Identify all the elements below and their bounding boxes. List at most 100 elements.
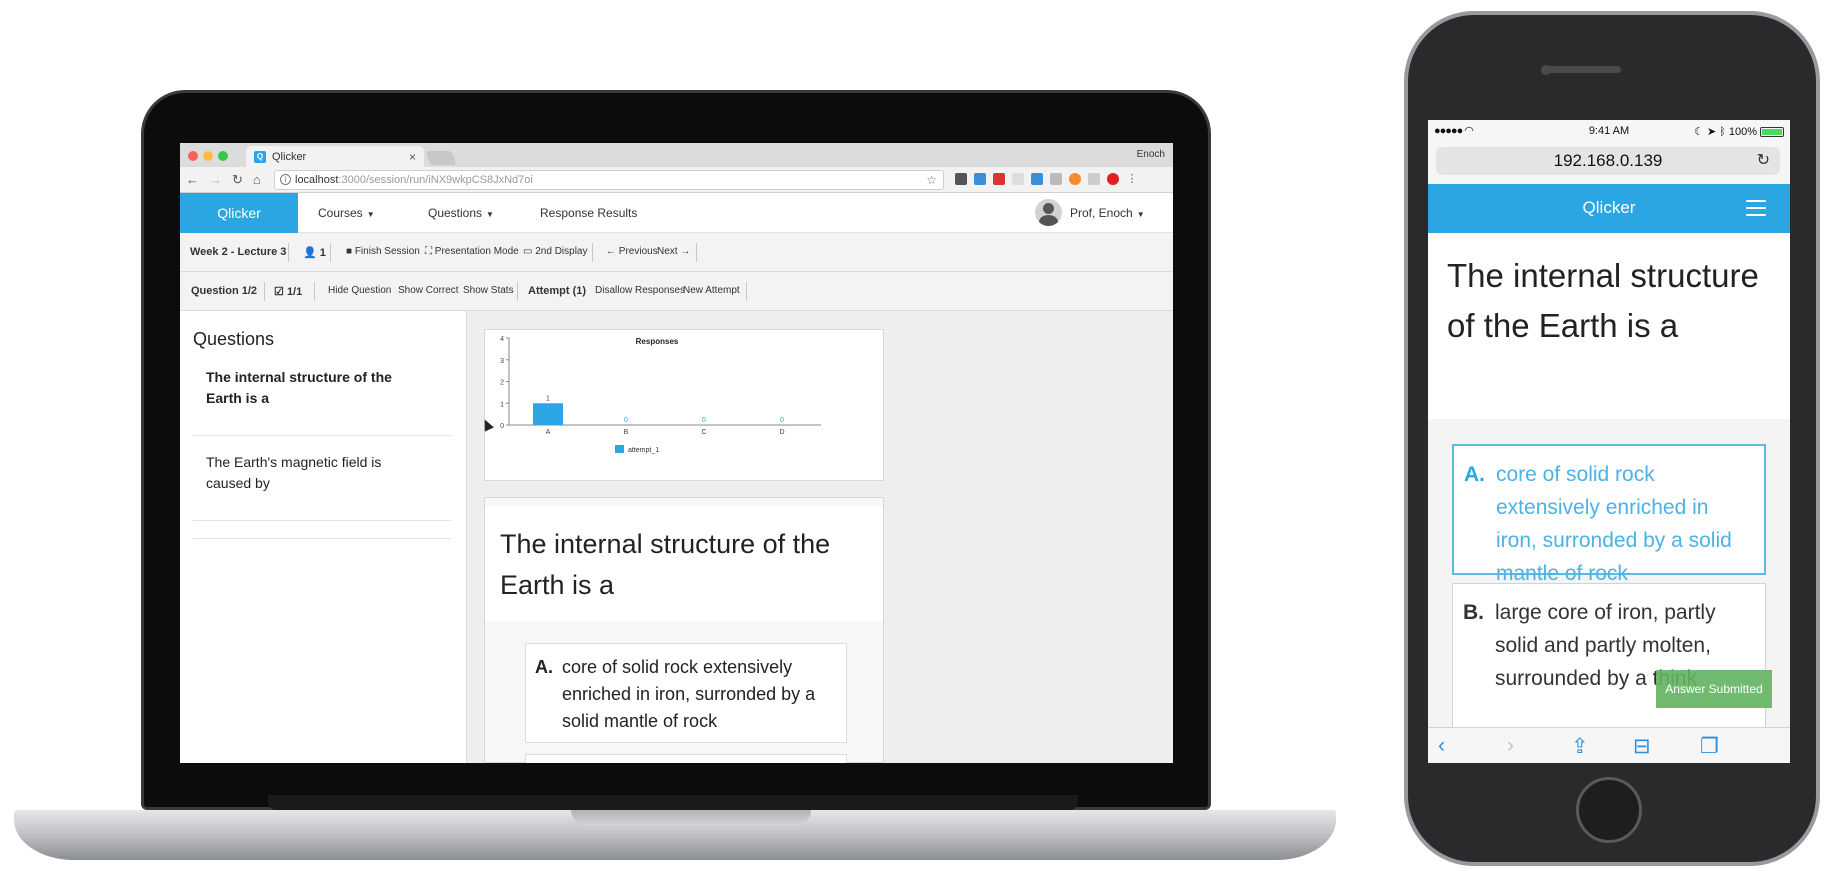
close-window-button[interactable]	[188, 151, 198, 161]
divider	[517, 282, 518, 301]
next-button[interactable]: Next →	[657, 246, 690, 257]
share-extension-icon[interactable]	[1012, 173, 1024, 185]
divider	[314, 282, 315, 301]
docs-extension-icon[interactable]	[1031, 173, 1043, 185]
divider	[696, 243, 697, 262]
nav-response-results[interactable]: Response Results	[540, 206, 637, 220]
share-icon[interactable]: ⇪	[1571, 734, 1589, 759]
show-correct-button[interactable]: Show Correct	[398, 285, 459, 296]
reload-icon[interactable]: ↻	[232, 172, 243, 188]
finish-session-button[interactable]: ■ Finish Session	[346, 246, 420, 257]
forward-icon[interactable]: →	[209, 172, 222, 188]
url-input[interactable]: i localhost:3000/session/run/iNX9wkpCS8J…	[274, 170, 944, 190]
disallow-responses-button[interactable]: Disallow Responses	[595, 285, 685, 296]
battery-percent: 100%	[1728, 125, 1757, 138]
phone-answer-option[interactable]: B. large core of iron, partly solid and …	[1452, 583, 1766, 733]
participant-count-value: 1	[319, 247, 326, 259]
y-tick-label: 0	[500, 423, 504, 430]
back-icon[interactable]: ‹	[1438, 734, 1445, 758]
forward-icon[interactable]: ›	[1507, 734, 1514, 758]
sidebar-question-item[interactable]: The internal structure of the Earth is a	[206, 367, 421, 409]
x-tick-label: D	[779, 429, 784, 436]
brand-logo[interactable]: Qlicker	[180, 193, 298, 233]
session-toolbar: Week 2 - Lecture 3 👤 1 ■ Finish Session …	[180, 233, 1173, 272]
divider	[330, 243, 331, 262]
question-counter: Question 1/2	[191, 285, 258, 297]
finish-session-label: Finish Session	[354, 246, 420, 257]
info-icon[interactable]: i	[280, 174, 291, 185]
chart-title: Responses	[636, 337, 679, 346]
phone-url-text: 192.168.0.139	[1553, 151, 1663, 170]
phone-status-bar: ●●●●● ◠ 9:41 AM ☾ ➤ ᛒ 100%	[1428, 120, 1790, 142]
battery-icon	[1760, 126, 1784, 137]
sidebar-question-item[interactable]: The Earth's magnetic field is caused by	[206, 452, 421, 494]
nav-questions-label: Questions	[428, 206, 483, 220]
new-attempt-button[interactable]: New Attempt	[683, 285, 740, 296]
bluetooth-icon: ᛒ	[1719, 125, 1726, 138]
home-button[interactable]	[1576, 777, 1642, 843]
browser-tab[interactable]: Q Qlicker ×	[246, 146, 424, 167]
x-tick-label: C	[701, 429, 706, 436]
divider	[193, 435, 451, 436]
caret-down-icon: ▼	[1136, 210, 1145, 219]
lastpass-extension-icon[interactable]	[993, 173, 1005, 185]
y-tick-label: 1	[500, 401, 504, 408]
answer-option[interactable]	[525, 754, 847, 763]
stage: Q Qlicker × Enoch ← → ↻ ⌂ i localhost:30…	[0, 0, 1839, 875]
new-tab-button[interactable]	[425, 151, 457, 165]
phone-app-navbar: Qlicker	[1428, 184, 1790, 233]
phone-question-title: The internal structure of the Earth is a	[1428, 233, 1790, 419]
caret-down-icon: ▼	[366, 210, 375, 219]
phone-screen: ●●●●● ◠ 9:41 AM ☾ ➤ ᛒ 100% 192.168.0.139…	[1428, 120, 1790, 763]
presentation-mode-label: Presentation Mode	[434, 246, 519, 257]
answer-option[interactable]: A. core of solid rock extensively enrich…	[525, 643, 847, 743]
phone-brand[interactable]: Qlicker	[1428, 198, 1790, 218]
browser-nav-icons: ← → ↻ ⌂	[186, 172, 261, 188]
bookmark-star-icon[interactable]: ☆	[926, 171, 937, 189]
grid-extension-icon[interactable]	[1088, 173, 1100, 185]
lock-extension-icon[interactable]	[1107, 173, 1119, 185]
nav-courses[interactable]: Courses ▼	[318, 206, 375, 220]
blocker-extension-icon[interactable]	[1069, 173, 1081, 185]
divider	[288, 243, 289, 262]
nav-questions[interactable]: Questions ▼	[428, 206, 494, 220]
arrow-right-icon: →	[680, 246, 691, 257]
pocket-extension-icon[interactable]	[955, 173, 967, 185]
back-icon[interactable]: ←	[186, 172, 199, 188]
option-letter: A.	[1464, 463, 1485, 486]
browser-address-bar: ← → ↻ ⌂ i localhost:3000/session/run/iNX…	[180, 167, 1173, 193]
reload-icon[interactable]: ↻	[1757, 147, 1770, 175]
hamburger-menu-icon[interactable]	[1746, 200, 1766, 221]
minimize-window-button[interactable]	[203, 151, 213, 161]
presentation-mode-button[interactable]: ⛶ Presentation Mode	[425, 246, 519, 257]
tabs-icon[interactable]: ❐	[1700, 734, 1719, 759]
calendar-extension-icon[interactable]	[974, 173, 986, 185]
stop-icon: ■	[346, 246, 353, 257]
profile-menu[interactable]: Prof, Enoch ▼	[1070, 206, 1145, 220]
window-user-name[interactable]: Enoch	[1137, 149, 1165, 160]
sidebar-title: Questions	[193, 329, 275, 349]
screenshot-extension-icon[interactable]	[1050, 173, 1062, 185]
show-stats-button[interactable]: Show Stats	[463, 285, 514, 296]
nav-courses-label: Courses	[318, 206, 363, 220]
phone-answer-option-selected[interactable]: A. core of solid rock extensively enrich…	[1452, 444, 1766, 585]
laptop-hinge	[268, 795, 1078, 810]
bookmarks-icon[interactable]: ⊟	[1633, 734, 1651, 759]
avatar[interactable]	[1035, 199, 1062, 226]
home-icon[interactable]: ⌂	[253, 172, 261, 188]
option-letter: A.	[535, 657, 553, 677]
second-display-label: 2nd Display	[535, 246, 588, 257]
previous-button[interactable]: ← Previous	[606, 246, 658, 257]
divider	[193, 520, 451, 521]
second-display-button[interactable]: ▭ 2nd Display	[523, 246, 588, 257]
browser-tabbar: Q Qlicker × Enoch	[180, 143, 1173, 167]
bar-value-label: 0	[702, 417, 706, 424]
attempt-label: Attempt (1)	[528, 285, 587, 297]
tab-close-icon[interactable]: ×	[409, 150, 416, 164]
maximize-window-button[interactable]	[218, 151, 228, 161]
more-menu-icon[interactable]: ⋮	[1126, 173, 1138, 185]
hide-question-button[interactable]: Hide Question	[328, 285, 391, 296]
phone-url-field[interactable]: 192.168.0.139 ↻	[1436, 147, 1780, 175]
divider	[592, 243, 593, 262]
laptop-screen: Q Qlicker × Enoch ← → ↻ ⌂ i localhost:30…	[180, 143, 1173, 763]
